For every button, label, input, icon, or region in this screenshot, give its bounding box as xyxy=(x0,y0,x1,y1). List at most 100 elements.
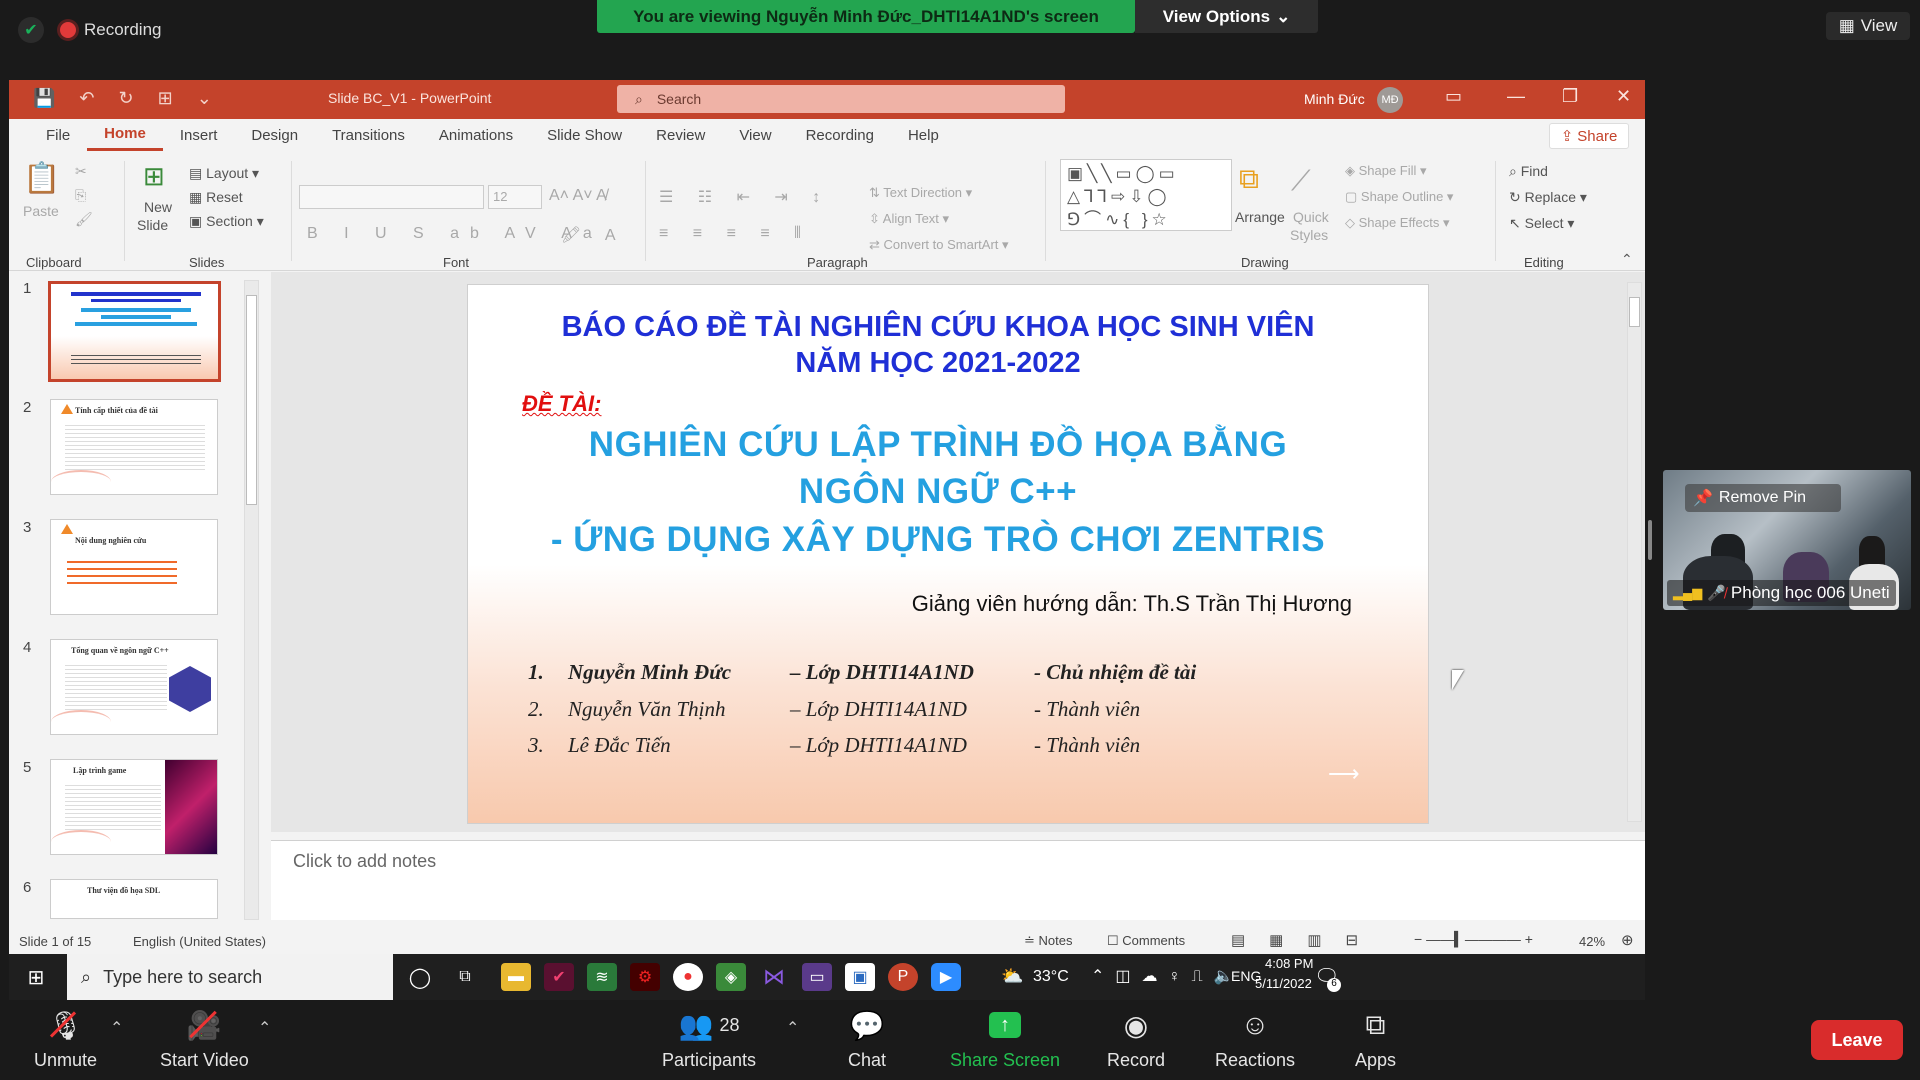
tab-home[interactable]: Home xyxy=(87,119,163,151)
record-button[interactable]: ◉ Record xyxy=(1107,1008,1165,1071)
tab-animations[interactable]: Animations xyxy=(422,119,530,151)
terminal-icon[interactable]: ▭ xyxy=(802,963,832,991)
participants-button[interactable]: 👥 28 Participants xyxy=(662,1008,756,1071)
notes-pane[interactable]: Click to add notes xyxy=(271,840,1645,920)
paste-icon[interactable]: 📋 xyxy=(23,161,60,196)
task-view-icon[interactable]: ⧉ xyxy=(450,963,480,991)
save-icon[interactable]: 💾 xyxy=(33,88,55,109)
layout-button[interactable]: ▤ Layout ▾ xyxy=(189,165,259,182)
shape-outline-button[interactable]: ▢ Shape Outline ▾ xyxy=(1345,189,1453,205)
restore-icon[interactable]: ❐ xyxy=(1562,86,1578,107)
tab-slide-show[interactable]: Slide Show xyxy=(530,119,639,151)
thumbnail-slide-4[interactable]: Tổng quan về ngôn ngữ C++ xyxy=(50,639,218,735)
search-box[interactable]: ⌕ Search xyxy=(617,85,1065,113)
align-text-button[interactable]: ⇳ Align Text ▾ xyxy=(869,211,949,227)
app-game-icon[interactable]: ⚙ xyxy=(630,963,660,991)
shapes-gallery[interactable]: ▣╲╲▭◯▭ △⅂⅂⇨⇩◯ ⅁⌒∿{ }☆ xyxy=(1060,159,1232,231)
remove-pin-button[interactable]: 📌 Remove Pin xyxy=(1685,484,1841,512)
cortana-icon[interactable]: ◯ xyxy=(405,963,435,991)
panel-resize-handle[interactable] xyxy=(1648,520,1652,560)
tab-insert[interactable]: Insert xyxy=(163,119,235,151)
share-screen-button[interactable]: ↑ Share Screen xyxy=(950,1008,1060,1071)
clock-date[interactable]: 5/11/2022 xyxy=(1255,976,1312,991)
ribbon-display-icon[interactable]: ▭ xyxy=(1445,86,1462,107)
close-icon[interactable]: ✕ xyxy=(1616,86,1631,107)
user-name[interactable]: Minh Đức xyxy=(1304,91,1365,107)
quick-styles-icon[interactable]: ⟋ xyxy=(1291,165,1311,198)
powerpoint-icon[interactable]: P xyxy=(888,963,918,991)
recording-indicator[interactable]: Recording xyxy=(60,16,162,44)
tab-recording[interactable]: Recording xyxy=(789,119,891,151)
apps-button[interactable]: ⧉ Apps xyxy=(1355,1008,1396,1071)
app-window-icon[interactable]: ▣ xyxy=(845,963,875,991)
taskbar-search[interactable]: ⌕ Type here to search xyxy=(67,954,393,1000)
reactions-button[interactable]: ☺ Reactions xyxy=(1215,1008,1295,1071)
weather-icon[interactable]: ⛅ xyxy=(1001,966,1023,987)
video-options-chevron-icon[interactable]: ⌃ xyxy=(258,1018,271,1038)
share-button[interactable]: ⇪ Share xyxy=(1549,123,1629,149)
list-icons[interactable]: ☰ ☷ ⇤ ⇥ ↕ xyxy=(659,187,830,207)
convert-smartart-button[interactable]: ⇄ Convert to SmartArt ▾ xyxy=(869,237,1009,253)
app-stack-icon[interactable]: ≋ xyxy=(587,963,617,991)
reset-button[interactable]: ▦ Reset xyxy=(189,189,243,206)
thumbnail-slide-1[interactable] xyxy=(48,281,221,382)
undo-icon[interactable]: ↶ xyxy=(79,88,94,109)
zoom-app-icon[interactable]: ▶ xyxy=(931,963,961,991)
file-explorer-icon[interactable]: ▬ xyxy=(501,963,531,991)
view-button[interactable]: ▦ View xyxy=(1826,12,1910,40)
minimize-icon[interactable]: — xyxy=(1507,86,1525,107)
shape-fill-button[interactable]: ◈ Shape Fill ▾ xyxy=(1345,163,1427,179)
thumbnail-slide-3[interactable]: Nội dung nghiên cứu xyxy=(50,519,218,615)
customize-qat-icon[interactable]: ⌄ xyxy=(197,88,212,109)
find-button[interactable]: ⌕ Find xyxy=(1509,163,1548,180)
align-icons[interactable]: ≡ ≡ ≡ ≡ ⫴ xyxy=(659,225,811,243)
tab-file[interactable]: File xyxy=(29,119,87,151)
tab-view[interactable]: View xyxy=(722,119,788,151)
system-tray-icons[interactable]: ⌃◫☁♀⎍🔈 xyxy=(1091,966,1245,986)
tab-review[interactable]: Review xyxy=(639,119,722,151)
view-mode-icons[interactable]: ▤▦▥⊟ xyxy=(1231,931,1382,949)
unmute-button[interactable]: 🎙 Unmute xyxy=(34,1008,97,1071)
leave-button[interactable]: Leave xyxy=(1811,1020,1903,1060)
thumbnail-slide-2[interactable]: Tính cấp thiết của đề tài xyxy=(50,399,218,495)
font-name-box[interactable] xyxy=(299,185,484,209)
fit-slide-icon[interactable]: ⊕ xyxy=(1621,931,1634,949)
visual-studio-icon[interactable]: ⋈ xyxy=(759,963,789,991)
slide-1[interactable]: BÁO CÁO ĐỀ TÀI NGHIÊN CỨU KHOA HỌC SINH … xyxy=(467,284,1429,824)
format-painter-icon[interactable]: 🖌 xyxy=(75,211,93,228)
thumbnails-scrollbar[interactable] xyxy=(244,280,259,920)
arrange-label[interactable]: Arrange xyxy=(1235,209,1285,225)
start-video-button[interactable]: 🎥 Start Video xyxy=(160,1008,249,1071)
arrange-icon[interactable]: ⧉ xyxy=(1239,163,1259,196)
collapse-ribbon-icon[interactable]: ⌃ xyxy=(1621,251,1633,268)
tab-design[interactable]: Design xyxy=(234,119,315,151)
tab-help[interactable]: Help xyxy=(891,119,956,151)
replace-button[interactable]: ↻ Replace ▾ xyxy=(1509,189,1587,206)
redo-icon[interactable]: ↻ xyxy=(119,88,134,109)
participants-options-chevron-icon[interactable]: ⌃ xyxy=(786,1018,799,1038)
select-button[interactable]: ↖ Select ▾ xyxy=(1509,215,1574,232)
font-grow-shrink-icons[interactable]: A˄ A˅ A̸ xyxy=(549,187,607,205)
clock-time[interactable]: 4:08 PM xyxy=(1265,956,1313,971)
view-options-button[interactable]: View Options ⌄ xyxy=(1135,0,1318,33)
zoom-slider[interactable]: − ——▍———— + xyxy=(1414,931,1533,948)
app-icon[interactable]: ✔ xyxy=(544,963,574,991)
thumbnail-slide-6[interactable]: Thư viện đồ họa SDL xyxy=(50,879,218,919)
quick-styles-label[interactable]: Quick xyxy=(1293,209,1329,225)
new-slide-label[interactable]: New xyxy=(144,199,172,215)
audio-options-chevron-icon[interactable]: ⌃ xyxy=(110,1018,123,1038)
avatar[interactable]: MĐ xyxy=(1377,87,1403,113)
thumbnail-slide-5[interactable]: Lập trình game xyxy=(50,759,218,855)
windows-start-icon[interactable]: ⊞ xyxy=(21,963,51,991)
participant-video-tile[interactable]: 📌 Remove Pin ▂▄▆ 🎤̸ Phòng học 006 Uneti xyxy=(1663,470,1911,610)
chrome-icon[interactable]: ● xyxy=(673,963,703,991)
font-format-icons[interactable]: B I U S ab AV Aa xyxy=(307,225,603,243)
chat-button[interactable]: 💬 Chat xyxy=(848,1008,886,1071)
new-slide-icon[interactable]: ⊞ xyxy=(143,161,165,192)
security-shield-icon[interactable]: ✔ xyxy=(18,17,44,43)
font-size-box[interactable]: 12 xyxy=(488,185,542,209)
present-icon[interactable]: ⊞ xyxy=(158,88,173,109)
temperature[interactable]: 33°C xyxy=(1033,968,1069,986)
notes-toggle[interactable]: ≐ Notes xyxy=(1024,933,1072,949)
font-color-icons[interactable]: 🖍 A xyxy=(561,225,626,245)
